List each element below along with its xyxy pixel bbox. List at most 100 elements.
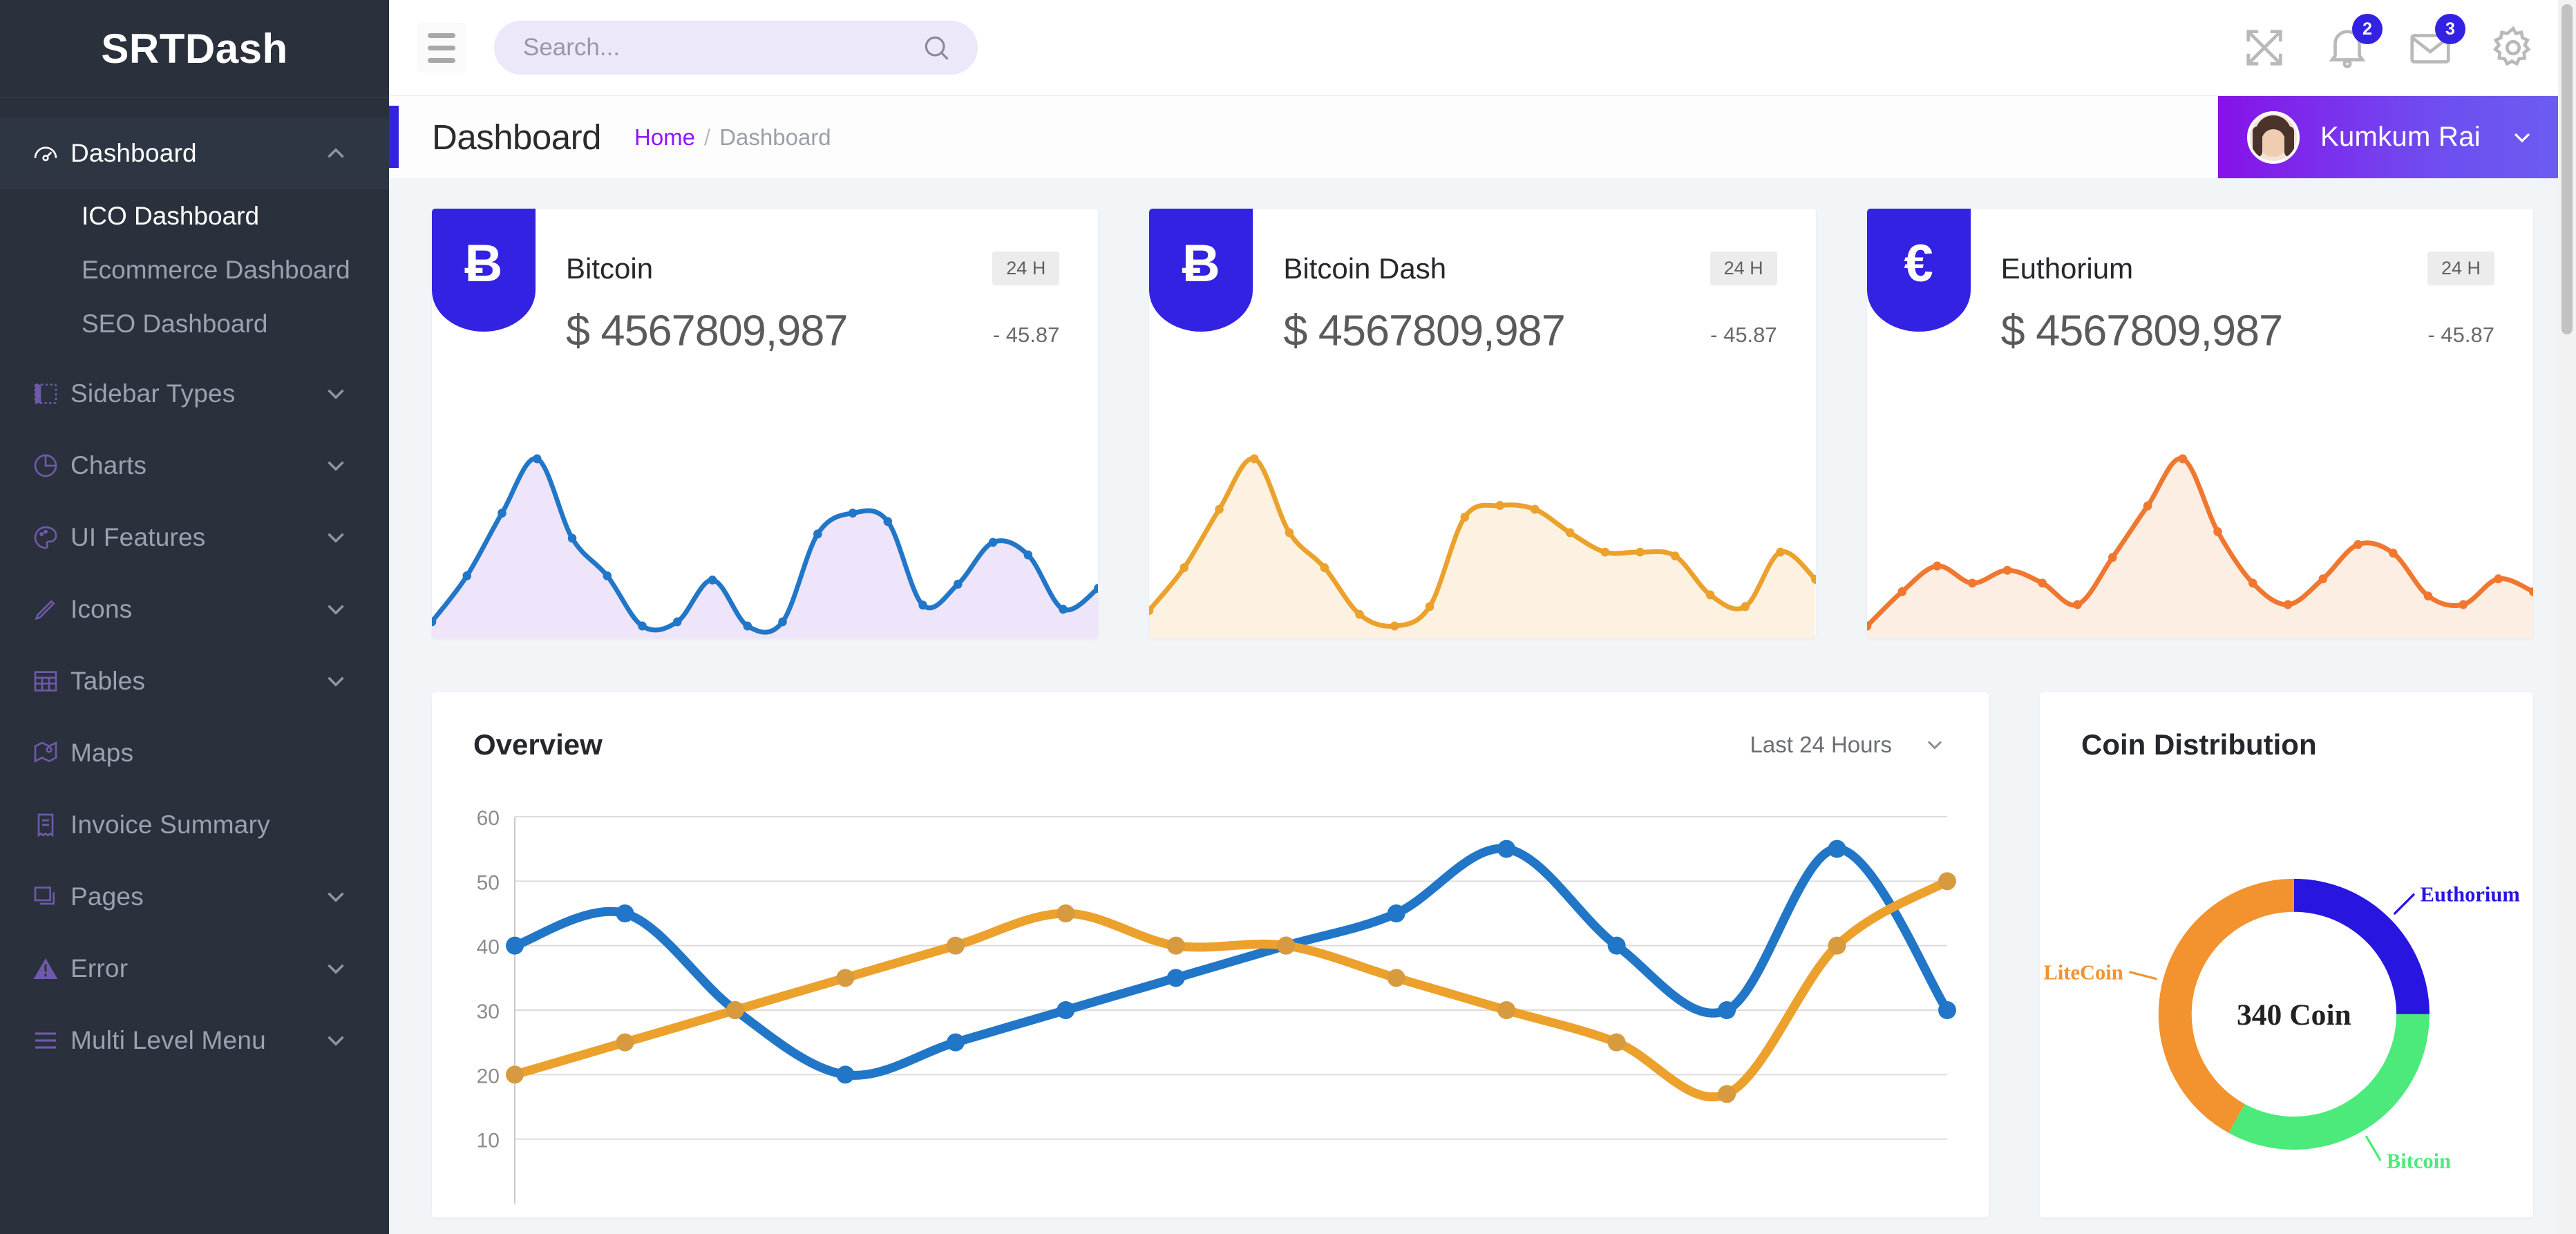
coin-card-bitcoin[interactable]: Ƀ Bitcoin 24 H $ 4567809,987 - 45.87 xyxy=(432,209,1099,638)
sidebar-item-ico-dashboard[interactable]: ICO Dashboard xyxy=(0,189,389,243)
brand-logo[interactable]: SRTDash xyxy=(0,0,389,98)
svg-text:40: 40 xyxy=(477,936,500,959)
palette-icon xyxy=(32,524,70,551)
coin-card-bitcoin-dash[interactable]: Ƀ Bitcoin Dash 24 H $ 4567809,987 - 45.8… xyxy=(1149,209,1816,638)
coin-name: Bitcoin xyxy=(566,251,654,285)
coin-delta: - 45.87 xyxy=(992,323,1060,347)
sidebar-item-maps[interactable]: Maps xyxy=(0,717,389,789)
breadcrumb: Home / Dashboard xyxy=(634,124,831,151)
svg-text:Euthorium: Euthorium xyxy=(2421,883,2520,906)
chevron-down-icon xyxy=(321,595,350,624)
sidebar-item-sidebar-types[interactable]: Sidebar Types xyxy=(0,358,389,430)
sidebar-item-tables[interactable]: Tables xyxy=(0,645,389,717)
table-icon xyxy=(32,667,70,695)
hamburger-icon[interactable] xyxy=(417,23,466,73)
coin-cards-row: Ƀ Bitcoin 24 H $ 4567809,987 - 45.87 Ƀ B… xyxy=(432,209,2533,638)
messages-badge: 3 xyxy=(2435,14,2465,44)
page-scrollbar[interactable] xyxy=(2558,0,2576,1234)
search-icon[interactable] xyxy=(921,32,951,63)
map-icon xyxy=(32,739,70,767)
breadcrumb-home[interactable]: Home xyxy=(634,124,695,151)
chevron-down-icon xyxy=(321,954,350,983)
top-actions: 2 3 xyxy=(2240,14,2537,72)
sidebar-item-icons[interactable]: Icons xyxy=(0,573,389,645)
coin-period-badge: 24 H xyxy=(2427,251,2494,285)
sidebar-item-ui-features[interactable]: UI Features xyxy=(0,502,389,573)
sidebar-item-invoice-summary[interactable]: Invoice Summary xyxy=(0,789,389,861)
sparkline-chart xyxy=(432,431,1099,638)
content: Ƀ Bitcoin 24 H $ 4567809,987 - 45.87 Ƀ B… xyxy=(389,178,2576,1217)
overview-range-select[interactable]: Last 24 Hours xyxy=(1750,732,1947,758)
chevron-down-icon xyxy=(1927,741,1942,750)
coin-symbol: Ƀ xyxy=(464,234,503,293)
sidebar-item-label: Charts xyxy=(70,451,147,480)
coin-distribution-title: Coin Distribution xyxy=(2081,728,2317,761)
search-box[interactable] xyxy=(494,21,978,75)
fullscreen-button[interactable] xyxy=(2240,23,2289,72)
notifications-badge: 2 xyxy=(2352,14,2383,44)
coin-name: Euthorium xyxy=(2000,251,2134,285)
svg-text:60: 60 xyxy=(477,807,500,830)
coin-card-euthorium[interactable]: € Euthorium 24 H $ 4567809,987 - 45.87 xyxy=(1866,209,2533,638)
sidebar-item-error[interactable]: Error xyxy=(0,933,389,1005)
overview-panel: Overview Last 24 Hours 10 20 30 40 50 60 xyxy=(432,692,1989,1217)
notifications-button[interactable]: 2 xyxy=(2323,14,2383,72)
settings-button[interactable] xyxy=(2489,23,2537,72)
sidebar-item-label: Sidebar Types xyxy=(70,379,236,408)
svg-text:20: 20 xyxy=(477,1065,500,1088)
chevron-down-icon xyxy=(321,523,350,552)
page-head: Dashboard Home / Dashboard Kumkum Rai xyxy=(389,96,2576,178)
user-name: Kumkum Rai xyxy=(2320,122,2481,152)
accent-bar xyxy=(389,106,399,168)
sidebar-item-label: UI Features xyxy=(70,523,206,551)
sidebar-item-multi-level-menu[interactable]: Multi Level Menu xyxy=(0,1005,389,1076)
search-input[interactable] xyxy=(523,34,921,61)
coin-name: Bitcoin Dash xyxy=(1283,251,1447,285)
svg-text:340 Coin: 340 Coin xyxy=(2237,998,2351,1032)
svg-text:50: 50 xyxy=(477,871,500,894)
svg-text:Bitcoin: Bitcoin xyxy=(2387,1150,2451,1173)
overview-range-label: Last 24 Hours xyxy=(1750,732,1892,757)
chevron-down-icon xyxy=(321,882,350,911)
dashboard-app: SRTDash Dashboard ICO Dashboard Ecommerc… xyxy=(0,0,2576,1234)
coin-symbol: Ƀ xyxy=(1182,234,1220,293)
sidebar-item-dashboard[interactable]: Dashboard xyxy=(0,117,389,189)
coin-distribution-donut-chart: Euthorium Bitcoin LiteCoin 340 Coin xyxy=(2040,796,2533,1217)
sidebar-item-ecommerce-dashboard[interactable]: Ecommerce Dashboard xyxy=(0,243,389,297)
coin-distribution-panel: Coin Distribution Euthorium Bitcoin LiteCo… xyxy=(2040,692,2533,1217)
svg-text:LiteCoin: LiteCoin xyxy=(2043,961,2123,985)
sidebar-item-label: Maps xyxy=(70,739,134,767)
sidebar-item-label: Pages xyxy=(70,882,144,911)
top-bar: 2 3 xyxy=(389,0,2576,96)
sidebar-item-label: Invoice Summary xyxy=(70,810,270,839)
sidebar-item-label: Error xyxy=(70,954,129,983)
avatar xyxy=(2247,111,2300,164)
chevron-down-icon[interactable] xyxy=(2508,124,2536,151)
sidebar-submenu-dashboard: ICO Dashboard Ecommerce Dashboard SEO Da… xyxy=(0,189,389,358)
breadcrumb-current: Dashboard xyxy=(719,124,831,150)
chevron-down-icon xyxy=(321,451,350,480)
sidebar-item-label: Icons xyxy=(70,595,133,623)
user-profile-button[interactable]: Kumkum Rai xyxy=(2218,96,2576,178)
sparkline-chart xyxy=(1866,431,2533,638)
scrollbar-thumb[interactable] xyxy=(2561,4,2573,334)
speedometer-icon xyxy=(32,140,70,167)
messages-button[interactable]: 3 xyxy=(2406,14,2465,72)
coin-value: $ 4567809,987 xyxy=(2000,307,2283,355)
warning-icon xyxy=(32,955,70,983)
sidebar-item-pages[interactable]: Pages xyxy=(0,861,389,933)
overview-line-chart: 10 20 30 40 50 60 xyxy=(432,796,1989,1217)
main-area: 2 3 Dashboard xyxy=(389,0,2576,1234)
pages-icon xyxy=(32,883,70,911)
sidebar-item-label: Dashboard xyxy=(70,139,197,167)
sidebar-icon xyxy=(32,380,70,408)
breadcrumb-separator: / xyxy=(704,124,711,150)
euro-icon: € xyxy=(1866,209,1971,332)
coin-value: $ 4567809,987 xyxy=(1283,307,1565,355)
sidebar-item-charts[interactable]: Charts xyxy=(0,430,389,502)
bitcoin-icon: Ƀ xyxy=(1149,209,1253,332)
chevron-down-icon xyxy=(321,379,350,408)
coin-delta: - 45.87 xyxy=(1710,323,1777,347)
sidebar-item-seo-dashboard[interactable]: SEO Dashboard xyxy=(0,297,389,351)
coin-symbol: € xyxy=(1904,234,1933,293)
